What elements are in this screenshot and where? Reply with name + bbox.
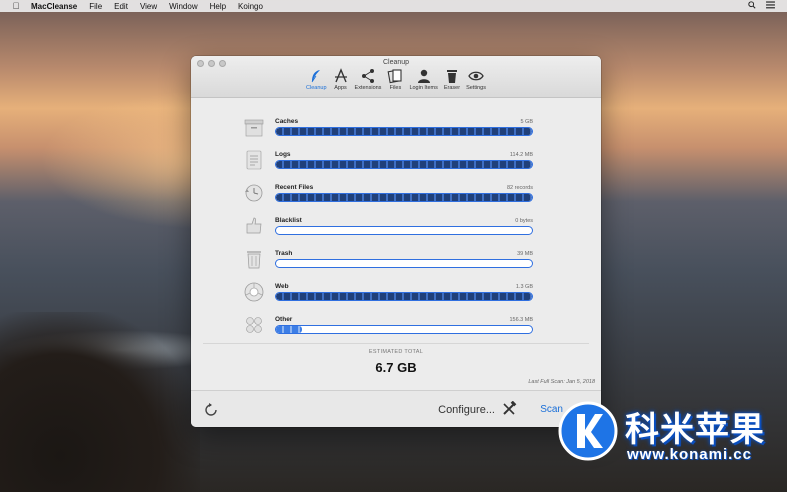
category-size: 82 records (507, 185, 533, 191)
konami-logo-icon (558, 401, 618, 461)
category-progress-bar (275, 127, 533, 136)
cleanup-window: Cleanup Cleanup Apps Extensions Files Lo… (191, 56, 601, 427)
trash-bin-icon (247, 251, 261, 269)
blacklist-icon (246, 217, 262, 234)
category-size: 114.2 MB (509, 152, 533, 158)
category-size: 5 GB (520, 119, 533, 125)
divider (203, 343, 589, 344)
watermark-text: 科米苹果 (625, 410, 765, 450)
tab-extensions-label: Extensions (354, 85, 382, 91)
web-icon (244, 282, 264, 302)
category-name: Web (275, 283, 289, 290)
tab-login-items-label: Login Items (409, 85, 438, 91)
tab-files-label: Files (389, 85, 402, 91)
category-size: 39 MB (517, 251, 533, 257)
apps-icon (334, 68, 347, 83)
category-progress-bar (275, 193, 533, 202)
menu-koingo[interactable]: Koingo (238, 2, 263, 11)
category-size: 1.3 GB (515, 284, 533, 290)
tab-extensions[interactable]: Extensions (352, 68, 385, 91)
category-name: Recent Files (275, 184, 314, 191)
category-progress-fill (276, 194, 532, 201)
tab-files[interactable]: Files (384, 68, 406, 91)
menu-app-name[interactable]: MacCleanse (31, 2, 77, 11)
menu-file[interactable]: File (89, 2, 102, 11)
share-icon (361, 69, 374, 83)
estimated-total-label: ESTIMATED TOTAL (368, 349, 424, 355)
toolbar: Cleanup Apps Extensions Files Login Item… (191, 68, 601, 91)
tab-settings[interactable]: Settings (463, 68, 489, 91)
category-name: Other (275, 316, 293, 323)
menu-edit[interactable]: Edit (114, 2, 128, 11)
tab-eraser[interactable]: Eraser (441, 68, 463, 91)
watermark: 科米苹果 www.konami.cc (557, 398, 787, 472)
cleanup-content: Caches 5 GB Logs 114.2 MB Recent Files 8… (191, 98, 601, 390)
tab-login-items[interactable]: Login Items (406, 68, 440, 91)
tab-cleanup-label: Cleanup (306, 85, 327, 91)
category-row-other[interactable]: Other 156.3 MB (243, 312, 535, 342)
tab-apps-label: Apps (334, 85, 347, 91)
caches-icon (244, 119, 264, 137)
category-row-recent-files[interactable]: Recent Files 82 records (243, 180, 535, 210)
spotlight-search-icon[interactable] (748, 1, 756, 11)
category-size: 0 bytes (515, 218, 533, 224)
last-scan-text: Last Full Scan: Jan 5, 2018 (528, 379, 595, 385)
restore-icon[interactable] (203, 402, 219, 418)
category-row-caches[interactable]: Caches 5 GB (243, 114, 535, 144)
category-name: Trash (275, 250, 293, 257)
tab-apps[interactable]: Apps (330, 68, 352, 91)
category-progress-fill (276, 326, 302, 333)
category-progress-bar (275, 259, 533, 268)
logs-icon (246, 150, 262, 170)
configure-button[interactable]: Configure... (438, 404, 495, 416)
background-rocks (0, 312, 200, 492)
estimated-total-value: 6.7 GB (375, 360, 417, 375)
category-progress-bar (275, 325, 533, 334)
tab-cleanup[interactable]: Cleanup (303, 68, 330, 91)
other-icon (246, 317, 262, 333)
menu-help[interactable]: Help (210, 2, 226, 11)
category-progress-fill (276, 161, 532, 168)
category-row-web[interactable]: Web 1.3 GB (243, 279, 535, 309)
title-bar: Cleanup Cleanup Apps Extensions Files Lo… (191, 56, 601, 98)
category-progress-bar (275, 292, 533, 301)
person-icon (417, 69, 430, 83)
tab-eraser-label: Eraser (443, 85, 461, 91)
eye-icon (468, 71, 484, 81)
category-row-trash[interactable]: Trash 39 MB (243, 246, 535, 276)
category-name: Blacklist (275, 217, 302, 224)
category-row-blacklist[interactable]: Blacklist 0 bytes (243, 213, 535, 243)
menu-window[interactable]: Window (169, 2, 197, 11)
notification-center-icon[interactable] (766, 1, 775, 11)
menu-bar:  MacCleanse File Edit View Window Help … (0, 0, 787, 12)
recent-files-icon (245, 184, 263, 202)
category-progress-fill (276, 293, 532, 300)
category-name: Logs (275, 151, 291, 158)
category-size: 156.3 MB (509, 317, 533, 323)
category-progress-fill (276, 128, 532, 135)
category-progress-bar (275, 160, 533, 169)
window-title: Cleanup (382, 59, 410, 66)
watermark-url: www.konami.cc (627, 446, 752, 463)
files-icon (387, 69, 402, 84)
feather-icon (311, 70, 321, 83)
category-name: Caches (275, 118, 299, 125)
apple-menu-icon[interactable]:  (10, 1, 22, 11)
tools-icon[interactable] (501, 401, 517, 417)
tab-settings-label: Settings (466, 85, 486, 91)
bottom-bar: Configure... Scan (191, 390, 601, 427)
category-row-logs[interactable]: Logs 114.2 MB (243, 147, 535, 177)
trash-icon (446, 70, 457, 83)
menu-view[interactable]: View (140, 2, 157, 11)
category-progress-bar (275, 226, 533, 235)
